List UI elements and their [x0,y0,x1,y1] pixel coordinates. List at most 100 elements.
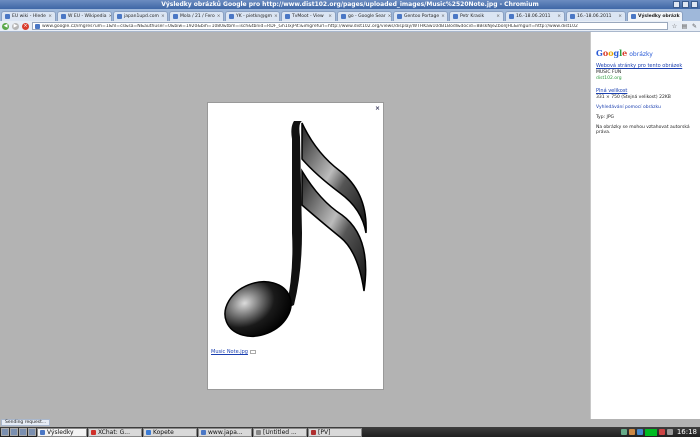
maximize-button[interactable] [682,1,689,8]
window-titlebar: Výsledky obrázků Google pro http://www.d… [0,0,700,9]
google-images-logo[interactable]: Google obrázky [596,48,696,58]
tab-close-icon[interactable]: × [496,14,500,19]
tab-close-icon[interactable]: × [217,14,221,19]
tab-close-icon[interactable]: × [274,14,278,19]
tab-close-icon[interactable]: × [108,14,111,19]
favicon-icon [453,14,458,19]
stop-icon[interactable]: × [22,22,29,30]
image-file-name[interactable]: Music Note.jpg [211,349,248,355]
favicon-icon [5,14,10,19]
site-info-icon[interactable] [35,23,40,29]
search-by-image-link[interactable]: Vyhledávání pomocí obrázku [596,105,696,110]
tab-2[interactable]: japan1upd.com × [113,11,168,21]
back-icon[interactable]: ◀ [2,22,9,30]
tab-label: Gentoo Portage [404,14,440,19]
image-details-panel: Google obrázky Webová stránky pro tento … [590,32,700,419]
task-untitled[interactable]: [Untitled ... [253,427,307,437]
browser-icon [201,429,206,435]
tab-label: EU wiki - Hlede [12,14,46,19]
browser-icon [40,429,45,435]
kopete-icon [146,429,151,435]
copyright-note: Na obrázky se mohou vztahovat autorská p… [596,125,690,135]
favicon-icon [631,14,636,19]
os-taskbar: Výsledky XChat: G... Kopete www.japa... … [0,427,700,437]
address-bar[interactable]: www.google.cz/imgres?um=1&hl=cs&sa=N&aut… [32,22,668,30]
tab-3[interactable]: Mola / 21 / Fero × [169,11,224,21]
flag-icon[interactable] [658,429,665,435]
tab-label: Výsledky obrázk [638,14,680,19]
xchat-icon [91,429,96,435]
tray-icon[interactable] [628,429,635,435]
favicon-icon [509,14,514,19]
logo-suffix: obrázky [629,51,653,58]
tab-close-icon[interactable]: × [441,14,445,19]
favicon-icon [397,14,402,19]
tab-label: W EU - Wikipedia [68,14,107,19]
tab-close-icon[interactable]: × [328,14,332,19]
tab-8[interactable]: Petr Krasik × [449,11,504,21]
source-page-link[interactable]: Webová stránky pro tento obrázek [596,63,696,69]
tray-icon[interactable] [620,429,627,435]
tab-close-icon[interactable]: × [388,14,391,19]
source-page-title: MUSIC FUN [596,70,622,75]
tab-label: TvMoot - View [292,14,324,19]
tab-0[interactable]: EU wiki - Hlede × [1,11,56,21]
desktop-switcher-icon[interactable] [10,428,18,436]
tab-label: japan1upd.com [124,14,159,19]
tab-6[interactable]: go - Google Sear × [337,11,392,21]
task-japa[interactable]: www.japa... [198,427,252,437]
task-browser[interactable]: Výsledky [37,427,87,437]
tab-11-active[interactable]: Výsledky obrázk× [627,11,683,21]
full-size-link[interactable]: Plná velikost [596,88,696,94]
tab-7[interactable]: Gentoo Portage × [393,11,448,21]
minimize-button[interactable] [673,1,680,8]
favicon-icon [173,14,178,19]
favicon-icon [341,14,346,19]
tab-9[interactable]: 16.-18.06.2011 × [505,11,565,21]
close-window-button[interactable] [691,1,698,8]
app-icon [311,429,316,435]
favicon-icon [117,14,122,19]
desktop-switcher-icon[interactable] [28,428,36,436]
tab-1[interactable]: W EU - Wikipedia × [57,11,112,21]
page-content: × Music Note.jpg [0,32,590,419]
image-file-link[interactable]: Music Note.jpg [211,349,256,355]
window-title: Výsledky obrázků Google pro http://www.d… [161,1,539,8]
clock[interactable]: 16:18 [675,428,699,436]
window-controls [673,1,698,8]
tab-strip: EU wiki - Hlede × W EU - Wikipedia × japan… [0,9,700,21]
tab-close-icon[interactable]: × [682,14,683,19]
favicon-icon [229,14,234,19]
tab-4[interactable]: YK - piet­kn@gm × [225,11,280,21]
task-xchat[interactable]: XChat: G... [88,427,142,437]
desktop-switcher-icon[interactable] [19,428,27,436]
tab-close-icon[interactable]: × [161,14,165,19]
browser-toolbar: ◀ ▶ × www.google.cz/imgres?um=1&hl=cs&sa… [0,21,700,32]
external-link-icon[interactable] [249,350,256,354]
volume-icon[interactable] [666,429,673,435]
tab-close-icon[interactable]: × [557,14,561,19]
music-note-image[interactable] [216,113,376,341]
tab-close-icon[interactable]: × [48,14,52,19]
page-icon[interactable]: ▤ [681,23,688,30]
tab-label: Mola / 21 / Fero [180,14,215,19]
close-icon[interactable]: × [375,105,380,112]
system-tray: 16:18 [620,428,699,437]
tab-label: YK - piet­kn@gm [236,14,273,19]
image-preview-box: × Music Note.jpg [207,102,384,390]
tab-10[interactable]: 16.-18.06.2011 × [566,11,626,21]
tab-5[interactable]: TvMoot - View × [281,11,336,21]
editor-icon [256,429,261,435]
tab-label: 16.-18.06.2011 [516,14,551,19]
wrench-icon[interactable]: ✎ [691,23,698,30]
task-pv[interactable]: [PV] [308,427,362,437]
tab-close-icon[interactable]: × [618,14,622,19]
tab-label: 16.-18.06.2011 [577,14,612,19]
image-dimensions: 331 × 750 (Stejná velikost) 22KB [596,95,671,100]
tab-label: Petr Krasik [460,14,485,19]
start-menu-icon[interactable] [1,428,9,436]
task-kopete[interactable]: Kopete [143,427,197,437]
forward-icon[interactable]: ▶ [12,22,19,30]
star-icon[interactable]: ☆ [671,23,678,30]
tray-icon[interactable] [636,429,643,435]
